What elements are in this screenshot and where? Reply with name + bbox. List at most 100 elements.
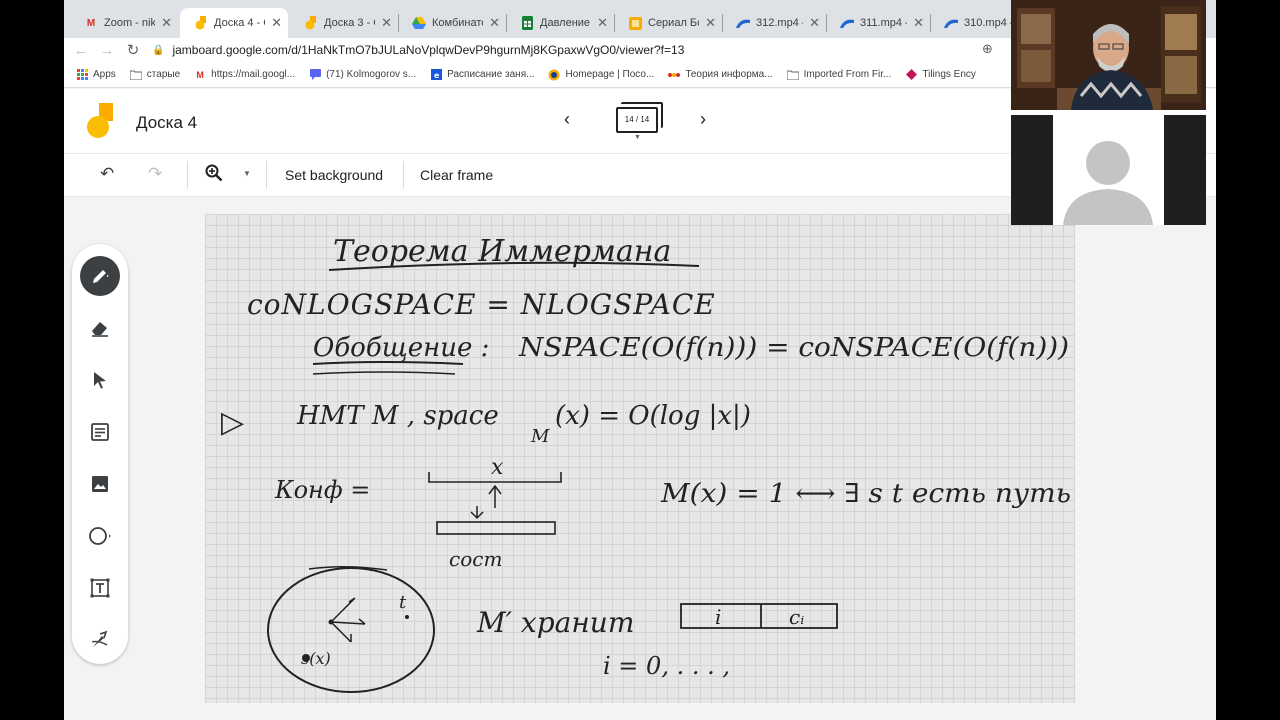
jamboard-icon — [304, 16, 318, 30]
set-background-button[interactable]: Set background — [285, 167, 383, 183]
close-icon[interactable]: ✕ — [271, 15, 282, 31]
svg-text:e: e — [434, 71, 440, 80]
undo-icon[interactable]: ↶ — [100, 164, 114, 184]
zoom-in-icon[interactable] — [205, 164, 223, 187]
generalization-underline — [312, 361, 464, 365]
back-arrow-icon[interactable]: ← — [68, 42, 94, 59]
reload-icon[interactable]: ↻ — [120, 41, 146, 59]
m-equals-text: M(x) = 1 ⟷ ∃ s t есть путь — [660, 479, 1071, 509]
bookmark-folder-starye[interactable]: старые — [129, 69, 180, 81]
gmail-icon: M — [196, 69, 204, 80]
participant-video-tile — [1011, 115, 1206, 225]
zoom-dropdown-chevron-icon[interactable]: ▼ — [243, 169, 251, 178]
forward-arrow-icon[interactable]: → — [94, 42, 120, 59]
video-icon — [736, 16, 750, 30]
presenter-video-frame — [1011, 0, 1206, 110]
tab-davlenie[interactable]: Давление - ✕ — [506, 8, 614, 38]
close-icon[interactable]: ✕ — [381, 15, 392, 31]
edge-arrows — [330, 597, 366, 643]
tab-doska-4[interactable]: Доска 4 - G ✕ — [180, 8, 288, 38]
m-prime-text: M′ хранит — [476, 606, 634, 639]
jamboard-icon — [194, 16, 208, 30]
participant-avatar-frame — [1011, 115, 1206, 225]
redo-icon[interactable]: ↷ — [148, 164, 162, 184]
tab-doska-3[interactable]: Доска 3 - G ✕ — [290, 8, 398, 38]
video-icon — [944, 16, 958, 30]
close-icon[interactable]: ✕ — [489, 15, 500, 31]
chevron-down-icon[interactable]: ▼ — [634, 134, 641, 141]
generalization-underline-2 — [312, 371, 456, 375]
drive-icon — [412, 16, 426, 30]
sheets-icon — [520, 16, 534, 30]
lock-icon: 🔒 — [152, 44, 165, 56]
dots-icon — [668, 69, 681, 81]
nmt-text: НМТ M , space — [296, 401, 499, 431]
divider — [403, 161, 404, 189]
tab-zoom[interactable]: M Zoom - nikol ✕ — [70, 8, 178, 38]
diamond-icon — [905, 69, 917, 81]
sost-text: сост — [449, 547, 502, 571]
vertex-t-label: t — [399, 592, 407, 613]
divider — [266, 161, 267, 189]
zoom-magnifier-icon[interactable]: ⊕ — [982, 41, 993, 57]
bookmark-mail[interactable]: M https://mail.googl... — [194, 69, 295, 81]
eraser-tool-icon[interactable] — [80, 308, 120, 348]
tab-kombinator[interactable]: Комбинатор ✕ — [398, 8, 506, 38]
bookmark-tilings[interactable]: Tilings Ency — [905, 69, 976, 81]
browser-window: M Zoom - nikol ✕ Доска 4 - G ✕ Доска 3 -… — [64, 0, 1216, 720]
bookmark-raspisanie[interactable]: e Расписание заня... — [430, 69, 534, 81]
work-tape — [436, 521, 556, 535]
close-icon[interactable]: ✕ — [597, 15, 608, 31]
close-icon[interactable]: ✕ — [913, 15, 924, 31]
jamboard-logo-icon[interactable] — [86, 103, 116, 139]
conlogspace-text: coNLOGSPACE = NLOGSPACE — [247, 288, 716, 321]
frame-counter-button[interactable]: 14 / 14 — [616, 107, 658, 133]
handwriting-layer: Теорема Иммермана coNLOGSPACE = NLOGSPAC… — [221, 234, 1071, 693]
proof-triangle-mark: ▷ — [221, 405, 244, 440]
sticky-note-icon[interactable] — [80, 412, 120, 452]
tab-311-mp4[interactable]: 311.mp4 — ✕ — [826, 8, 930, 38]
image-icon[interactable] — [80, 464, 120, 504]
bookmark-homepage[interactable]: Homepage | Посо... — [548, 69, 654, 81]
close-icon[interactable]: ✕ — [809, 15, 820, 31]
jamboard-canvas[interactable]: Теорема Иммермана coNLOGSPACE = NLOGSPAC… — [205, 214, 1075, 703]
select-pointer-icon[interactable] — [80, 360, 120, 400]
text-box-icon[interactable] — [80, 568, 120, 608]
bookmark-apps[interactable]: Apps — [76, 69, 116, 81]
close-icon[interactable]: ✕ — [161, 15, 172, 31]
close-icon[interactable]: ✕ — [705, 15, 716, 31]
folder-icon — [129, 69, 142, 81]
cell-c-text: cᵢ — [789, 605, 804, 629]
work-head-arrow — [470, 506, 484, 520]
tool-palette — [72, 244, 128, 664]
clear-frame-button[interactable]: Clear frame — [420, 167, 493, 183]
cell-i-text: i — [715, 605, 721, 629]
space-complexity-text: (x) = O(log |x|) — [555, 401, 751, 431]
next-frame-chevron-icon[interactable]: › — [700, 109, 706, 130]
previous-frame-chevron-icon[interactable]: ‹ — [564, 109, 570, 130]
vertex-t — [405, 615, 409, 619]
url-text: jamboard.google.com/d/1HaNkTmO7bJULaNoVp… — [172, 43, 685, 57]
tab-312-mp4[interactable]: 312.mp4 — ✕ — [722, 8, 826, 38]
nspace-formula: NSPACE(O(f(n))) = coNSPACE(O(f(n))) — [518, 333, 1069, 363]
tape-x-label: x — [491, 455, 504, 480]
pen-tool-icon[interactable] — [80, 256, 120, 296]
apps-grid-icon — [76, 69, 88, 81]
circle-shape-icon[interactable] — [80, 516, 120, 556]
emblem-icon — [548, 69, 560, 81]
memory-cells — [680, 603, 838, 629]
gmail-icon: M — [86, 17, 96, 29]
address-bar[interactable]: 🔒 jamboard.google.com/d/1HaNkTmO7bJULaNo… — [152, 38, 1012, 62]
bookmark-kolmogorov[interactable]: (71) Kolmogorov s... — [309, 69, 416, 81]
i-range-text: i = 0, . . . , — [603, 652, 730, 680]
tab-serial[interactable]: Сериал Бог ✕ — [614, 8, 722, 38]
vertex-sx-label: s(x) — [301, 649, 331, 668]
avatar-icon — [1086, 141, 1130, 185]
document-title[interactable]: Доска 4 — [136, 113, 197, 133]
laser-pointer-icon[interactable] — [80, 620, 120, 660]
bookmark-imported[interactable]: Imported From Fir... — [786, 69, 891, 81]
video-icon — [840, 16, 854, 30]
schedule-icon: e — [430, 69, 442, 81]
bookmark-teoria[interactable]: Теория информа... — [668, 69, 773, 81]
generalization-label: Обобщение : — [313, 333, 489, 363]
